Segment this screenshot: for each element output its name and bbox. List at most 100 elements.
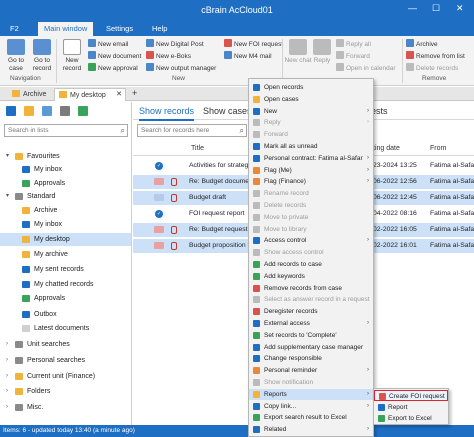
submenu-item-export-to-excel[interactable]: Export to Excel bbox=[374, 413, 448, 424]
folder-icon[interactable] bbox=[24, 106, 34, 116]
menu-item-move-to-library[interactable]: Move to library bbox=[249, 224, 373, 235]
menu-item-open-cases[interactable]: Open cases bbox=[249, 94, 373, 105]
menu-item-open-records[interactable]: Open records bbox=[249, 82, 373, 93]
submenu-item-create-foi-request[interactable]: Create FOI request bbox=[374, 390, 448, 401]
new-foi-request-button[interactable]: New FOI request bbox=[224, 39, 283, 49]
menu-item-copy-link[interactable]: Copy link... › bbox=[249, 401, 373, 412]
menu-item-new[interactable]: New › bbox=[249, 106, 373, 117]
maximize-button[interactable]: ☐ bbox=[432, 3, 440, 14]
tab-help[interactable]: Help bbox=[146, 22, 173, 36]
archive-button[interactable]: Archive bbox=[406, 39, 438, 49]
new-document-button[interactable]: New document bbox=[88, 51, 141, 61]
new-output-manager-button[interactable]: New output manager bbox=[146, 63, 216, 73]
new-approval-button[interactable]: New approval bbox=[88, 63, 138, 73]
new-eboks-button[interactable]: New e-Boks bbox=[146, 51, 191, 61]
tree-my-sent-records[interactable]: My sent records bbox=[0, 263, 131, 276]
calendar-icon[interactable] bbox=[42, 106, 52, 116]
reply-all-button[interactable]: Reply all bbox=[336, 39, 371, 49]
contacts-icon[interactable] bbox=[60, 106, 70, 116]
tab-show-records[interactable]: Show records bbox=[139, 106, 195, 121]
tree-personal-searches[interactable]: › Personal searches bbox=[0, 354, 131, 367]
menu-item-external-access[interactable]: External access › bbox=[249, 318, 373, 329]
add-tab-button[interactable]: + bbox=[128, 86, 141, 99]
menu-item-reports[interactable]: Reports › bbox=[249, 388, 373, 400]
column-date[interactable]: ting date bbox=[373, 145, 400, 152]
expand-chevron-icon[interactable]: ▾ bbox=[6, 150, 9, 163]
delete-records-button[interactable]: Delete records bbox=[406, 63, 458, 73]
tree-my-archive[interactable]: My archive bbox=[0, 248, 131, 261]
expand-chevron-icon[interactable]: ▾ bbox=[6, 190, 9, 203]
tree-outbox[interactable]: Outbox bbox=[0, 308, 131, 321]
list-search-input[interactable]: Search in lists ⌕ bbox=[4, 124, 128, 137]
go-to-record-button[interactable]: Go to record bbox=[28, 39, 56, 73]
tree-unit-searches[interactable]: › Unit searches bbox=[0, 338, 131, 351]
menu-item-flag-finance[interactable]: Flag (Finance) › bbox=[249, 176, 373, 187]
tree-current-unit[interactable]: › Current unit (Finance) bbox=[0, 370, 131, 383]
menu-item-select-as-answer-record-in-a-request[interactable]: Select as answer record in a request bbox=[249, 294, 373, 305]
expand-chevron-icon[interactable]: › bbox=[6, 354, 8, 367]
column-title[interactable]: Title bbox=[191, 145, 204, 152]
menu-item-show-notification[interactable]: Show notification bbox=[249, 377, 373, 388]
remove-from-list-button[interactable]: Remove from list bbox=[406, 51, 465, 61]
tree-my-desktop[interactable]: My desktop bbox=[0, 233, 131, 246]
tree-approvals-standard[interactable]: Approvals bbox=[0, 292, 131, 305]
tree-approvals[interactable]: Approvals bbox=[0, 177, 131, 190]
menu-item-change-responsible[interactable]: Change responsible bbox=[249, 353, 373, 364]
doc-tab-archive[interactable]: Archive bbox=[8, 88, 50, 101]
forward-button[interactable]: Forward bbox=[336, 51, 370, 61]
tree-folders[interactable]: › Folders bbox=[0, 385, 131, 398]
menu-item-remove-records-from-case[interactable]: Remove records from case bbox=[249, 283, 373, 294]
tasks-icon[interactable] bbox=[78, 106, 88, 116]
tree-my-inbox-standard[interactable]: My inbox bbox=[0, 218, 131, 231]
submenu-item-report[interactable]: Report bbox=[374, 402, 448, 413]
records-list-icon[interactable] bbox=[6, 106, 16, 116]
menu-item-flag-me[interactable]: Flag (Me) › bbox=[249, 165, 373, 176]
tree-misc[interactable]: › Misc. bbox=[0, 401, 131, 414]
new-m4-mail-button[interactable]: New M4 mail bbox=[224, 51, 272, 61]
menu-item-personal-contract-fatima-al-safar[interactable]: Personal contract: Fatima al-Safar › bbox=[249, 153, 373, 164]
tree-standard[interactable]: ▾ Standard bbox=[0, 190, 131, 203]
menu-item-related[interactable]: Related › bbox=[249, 424, 373, 435]
tree-my-chatted-records[interactable]: My chatted records bbox=[0, 278, 131, 291]
menu-item-set-records-to-complete[interactable]: Set records to 'Complete' bbox=[249, 330, 373, 341]
open-in-calendar-button[interactable]: Open in calendar bbox=[336, 63, 396, 73]
close-button[interactable]: ✕ bbox=[456, 3, 464, 14]
menu-item-add-records-to-case[interactable]: Add records to case bbox=[249, 259, 373, 270]
close-tab-icon[interactable]: ✕ bbox=[116, 90, 122, 98]
search-icon[interactable]: ⌕ bbox=[240, 126, 244, 136]
menu-item-add-supplementary-case-manager[interactable]: Add supplementary case manager bbox=[249, 342, 373, 353]
menu-item-mark-all-as-unread[interactable]: Mark all as unread bbox=[249, 141, 373, 152]
menu-item-forward[interactable]: Forward bbox=[249, 129, 373, 140]
menu-item-access-control[interactable]: Access control › bbox=[249, 235, 373, 246]
menu-item-add-keywords[interactable]: Add keywords bbox=[249, 271, 373, 282]
menu-item-delete-records[interactable]: Delete records bbox=[249, 200, 373, 211]
tab-main-window[interactable]: Main window bbox=[38, 22, 94, 36]
tab-f2[interactable]: F2 bbox=[4, 22, 25, 36]
new-email-button[interactable]: New email bbox=[88, 39, 128, 49]
expand-chevron-icon[interactable]: › bbox=[6, 370, 8, 383]
tree-archive[interactable]: Archive bbox=[0, 204, 131, 217]
new-digital-post-button[interactable]: New Digital Post bbox=[146, 39, 204, 49]
menu-item-export-search-result-to-excel[interactable]: Export search result to Excel bbox=[249, 412, 373, 423]
expand-chevron-icon[interactable]: › bbox=[6, 338, 8, 351]
menu-item-rename-record[interactable]: Rename record bbox=[249, 188, 373, 199]
record-search-input[interactable]: Search for records here ⌕ bbox=[137, 124, 247, 137]
tree-my-inbox[interactable]: My inbox bbox=[0, 163, 131, 176]
reply-button[interactable]: Reply bbox=[308, 39, 336, 65]
tree-favourites[interactable]: ▾ Favourites bbox=[0, 150, 131, 163]
menu-item-show-access-control[interactable]: Show access control bbox=[249, 247, 373, 258]
tree-latest-documents[interactable]: Latest documents bbox=[0, 322, 131, 335]
expand-chevron-icon[interactable]: › bbox=[6, 385, 8, 398]
go-to-case-button[interactable]: Go to case bbox=[2, 39, 30, 73]
menu-item-reply[interactable]: Reply › bbox=[249, 117, 373, 128]
doc-tab-my-desktop[interactable]: My desktop ✕ bbox=[54, 88, 126, 101]
minimize-button[interactable]: — bbox=[408, 3, 417, 13]
tab-settings[interactable]: Settings bbox=[100, 22, 139, 36]
tab-show-cases[interactable]: Show cases bbox=[203, 106, 252, 116]
expand-chevron-icon[interactable]: › bbox=[6, 401, 8, 414]
menu-item-deregister-records[interactable]: Deregister records bbox=[249, 306, 373, 317]
new-record-button[interactable]: New record bbox=[58, 39, 86, 73]
menu-item-move-to-private[interactable]: Move to private bbox=[249, 212, 373, 223]
search-icon[interactable]: ⌕ bbox=[121, 126, 125, 136]
column-from[interactable]: From bbox=[430, 145, 446, 152]
